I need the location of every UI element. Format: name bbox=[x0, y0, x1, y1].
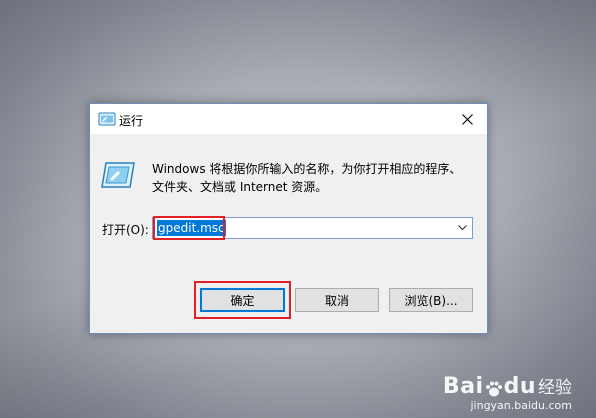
run-dialog: 运行 Windows 将根据你所输入的名称，为你打开相应的程序、 文件夹、文档或… bbox=[89, 103, 488, 334]
open-input-value[interactable]: gpedit.msc bbox=[157, 220, 226, 236]
chevron-down-icon bbox=[457, 225, 467, 231]
close-icon bbox=[461, 113, 473, 125]
dialog-description: Windows 将根据你所输入的名称，为你打开相应的程序、 文件夹、文档或 In… bbox=[152, 160, 472, 196]
combobox-dropdown-button[interactable] bbox=[454, 220, 470, 236]
baidu-jingyan-watermark: Bai du 经验 jingyan.baidu.com bbox=[443, 373, 572, 412]
run-program-icon bbox=[101, 162, 135, 188]
paw-icon bbox=[485, 381, 502, 396]
description-line-1: Windows 将根据你所输入的名称，为你打开相应的程序、 bbox=[152, 162, 462, 176]
description-line-2: 文件夹、文档或 Internet 资源。 bbox=[152, 180, 328, 194]
watermark-brand-tail: du bbox=[503, 374, 536, 399]
open-label: 打开(O): bbox=[102, 223, 149, 237]
watermark-url: jingyan.baidu.com bbox=[470, 399, 572, 412]
cancel-button[interactable]: 取消 bbox=[295, 288, 379, 312]
browse-button[interactable]: 浏览(B)... bbox=[389, 288, 473, 312]
run-icon bbox=[98, 112, 116, 126]
title-bar[interactable]: 运行 bbox=[90, 104, 487, 134]
dialog-title: 运行 bbox=[119, 114, 144, 128]
ok-button[interactable]: 确定 bbox=[200, 288, 285, 312]
watermark-logo: Bai du 经验 bbox=[443, 373, 572, 399]
open-combobox[interactable]: gpedit.msc bbox=[152, 217, 473, 239]
close-button[interactable] bbox=[447, 104, 487, 134]
watermark-brand: Bai bbox=[442, 374, 484, 399]
watermark-product: 经验 bbox=[538, 378, 572, 398]
